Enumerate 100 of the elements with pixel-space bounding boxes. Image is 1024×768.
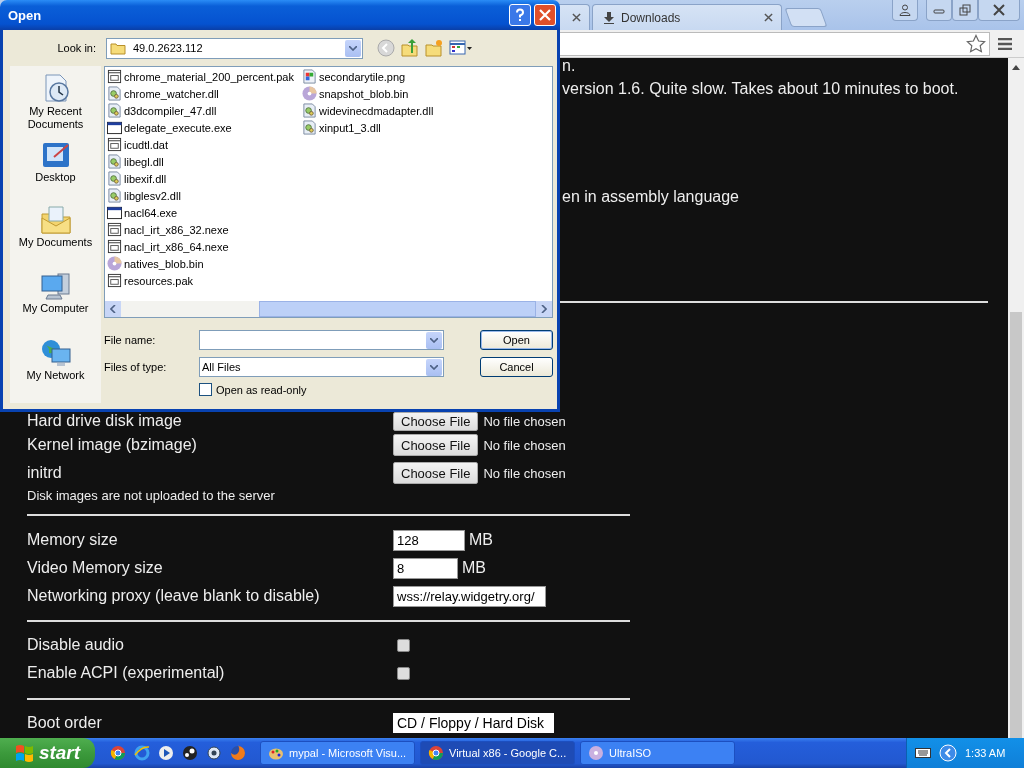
question-mark-icon — [513, 8, 527, 22]
browser-icon[interactable] — [230, 745, 246, 761]
close-icon — [539, 9, 551, 21]
file-item[interactable]: delegate_execute.exe — [107, 119, 302, 136]
profile-button[interactable] — [892, 0, 918, 21]
open-button[interactable]: Open — [480, 330, 553, 350]
unit-label: MB — [462, 559, 486, 577]
page-text: version 1.6. Quite slow. Takes about 10 minutes to boot. — [562, 79, 960, 99]
file-name-field[interactable] — [199, 330, 444, 350]
cancel-button[interactable]: Cancel — [480, 357, 553, 377]
places-item[interactable]: My Recent Documents — [12, 73, 99, 140]
places-item[interactable]: My Network — [12, 336, 99, 403]
close-icon[interactable] — [764, 13, 773, 22]
restore-icon — [959, 4, 971, 16]
taskbar-button[interactable]: mypal - Microsoft Visu... — [260, 741, 415, 765]
field-label: Networking proxy (leave blank to disable) — [27, 587, 321, 605]
media-player-icon[interactable] — [158, 745, 174, 761]
file-item[interactable]: libglesv2.dll — [107, 187, 302, 204]
folder-icon — [110, 41, 126, 55]
places-item[interactable]: My Computer — [12, 270, 99, 337]
browser-icon[interactable] — [134, 745, 150, 761]
gear-file-icon — [107, 154, 122, 169]
gear-file-icon — [302, 103, 317, 118]
input-field[interactable]: 8 — [393, 557, 458, 579]
checkbox[interactable] — [397, 638, 410, 652]
view-menu-icon[interactable] — [449, 39, 473, 57]
look-in-dropdown[interactable]: 49.0.2623.112 — [106, 37, 363, 59]
field-label: Memory size — [27, 531, 119, 549]
unit-label: MB — [469, 531, 493, 549]
file-status: No file chosen — [483, 437, 566, 453]
file-item[interactable]: snapshot_blob.bin — [302, 85, 502, 102]
gear-file-icon — [107, 188, 122, 203]
page-text: n. — [562, 58, 577, 76]
file-type-label: Files of type: — [104, 361, 168, 373]
file-icon — [107, 69, 122, 84]
clock: 1:33 AM — [965, 747, 1006, 759]
browser-icon[interactable] — [110, 745, 126, 761]
input-field[interactable]: 128 — [393, 529, 465, 551]
scroll-left-icon[interactable] — [110, 305, 116, 313]
file-item[interactable]: secondarytile.png — [302, 68, 502, 85]
file-icon — [107, 222, 122, 237]
file-status: No file chosen — [483, 465, 566, 481]
boot-order-dropdown[interactable]: CD / Floppy / Hard Disk — [393, 713, 554, 733]
keyboard-icon[interactable] — [915, 747, 931, 759]
scroll-up-icon[interactable] — [1012, 65, 1020, 70]
checkbox-label: Open as read-only — [216, 383, 307, 396]
field-label: Boot order — [27, 714, 103, 732]
folder-icon — [39, 203, 72, 236]
choose-file-button[interactable]: Choose File — [393, 434, 479, 456]
choose-file-button[interactable]: Choose File — [393, 462, 479, 484]
taskbar-button[interactable]: UltraISO — [580, 741, 735, 765]
download-icon — [603, 11, 615, 24]
input-field[interactable]: wss://relay.widgetry.org/ — [393, 585, 546, 607]
places-item[interactable]: My Documents — [12, 203, 99, 271]
look-in-label: Look in: — [56, 42, 96, 54]
help-button[interactable] — [509, 4, 531, 26]
chevron-down-icon — [430, 337, 438, 343]
file-name-label: File name: — [104, 334, 157, 346]
close-button[interactable] — [978, 0, 1020, 21]
image-file-icon — [302, 69, 317, 84]
file-item[interactable]: chrome_material_200_percent.pak — [107, 68, 302, 85]
up-folder-icon[interactable] — [401, 39, 419, 57]
disc-icon — [588, 745, 604, 761]
star-icon[interactable] — [966, 33, 986, 54]
disc-icon — [302, 86, 317, 101]
file-item[interactable]: libegl.dll — [107, 153, 302, 170]
menu-icon[interactable] — [998, 37, 1012, 50]
restore-button[interactable] — [952, 0, 978, 21]
page-text: en in assembly language — [562, 187, 740, 207]
file-item[interactable]: nacl_irt_x86_32.nexe — [107, 221, 302, 238]
checkbox[interactable] — [397, 666, 410, 680]
file-type-dropdown[interactable]: All Files — [199, 357, 444, 377]
file-item[interactable]: chrome_watcher.dll — [107, 85, 302, 102]
scrollbar[interactable] — [105, 301, 552, 317]
field-label: initrd — [27, 464, 63, 482]
file-item[interactable]: d3dcompiler_47.dll — [107, 102, 302, 119]
scroll-right-icon[interactable] — [541, 305, 547, 313]
file-item[interactable]: nacl_irt_x86_64.nexe — [107, 238, 302, 255]
window-icon — [107, 120, 122, 135]
close-icon[interactable] — [572, 13, 581, 22]
file-item[interactable]: libexif.dll — [107, 170, 302, 187]
start-button[interactable]: start — [0, 738, 95, 768]
chevron-down-icon — [430, 364, 438, 370]
checkbox[interactable] — [199, 383, 212, 396]
note-text: Disk images are not uploaded to the server — [27, 487, 276, 505]
scrollbar[interactable] — [1008, 58, 1024, 738]
file-item[interactable]: natives_blob.bin — [107, 255, 302, 272]
field-label: Kernel image (bzimage) — [27, 436, 198, 454]
file-icon — [107, 137, 122, 152]
browser-tab[interactable]: Downloads — [592, 4, 782, 30]
disc-icon — [107, 256, 122, 271]
file-item[interactable]: icudtl.dat — [107, 136, 302, 153]
file-item[interactable]: widevinecdmadapter.dll — [302, 102, 502, 119]
file-item[interactable]: nacl64.exe — [107, 204, 302, 221]
chevron-left-icon[interactable] — [939, 744, 957, 762]
file-item[interactable]: resources.pak — [107, 272, 302, 289]
places-item[interactable]: Desktop — [12, 139, 99, 204]
file-item[interactable]: xinput1_3.dll — [302, 119, 502, 136]
gear-file-icon — [302, 120, 317, 135]
taskbar-button[interactable]: Virtual x86 - Google C... — [420, 741, 575, 765]
